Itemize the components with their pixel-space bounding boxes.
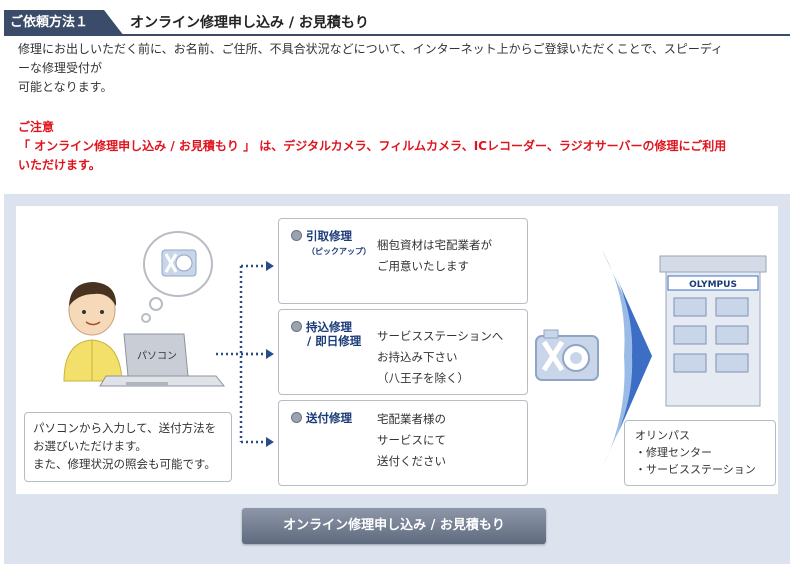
laptop-label: パソコン — [137, 350, 177, 362]
camera-icon — [535, 329, 599, 381]
method-description: 宅配業者様の サービスにて 送付ください — [377, 409, 446, 472]
person-icon — [63, 282, 123, 382]
arrow-heads — [266, 261, 274, 447]
method-title: 持込修理 / 即日修理 — [291, 320, 361, 348]
bullet-icon — [291, 412, 302, 423]
notice-line: 「 オンライン修理申し込み / お見積もり 」 は、デジタルカメラ、フィルムカメ… — [18, 139, 727, 153]
method-carry-in: 持込修理 / 即日修理 サービスステーションへ お持込み下さい （八王子を除く） — [278, 309, 528, 395]
method-subtitle: / 即日修理 — [307, 334, 362, 348]
method-send: 送付修理 宅配業者様の サービスにて 送付ください — [278, 400, 528, 486]
section-title: オンライン修理申し込み / お見積もり — [130, 15, 369, 31]
olympus-line: オリンパス — [635, 429, 690, 442]
method-title-text: 送付修理 — [306, 411, 352, 425]
method-subtitle: （ピックアップ） — [307, 247, 371, 256]
method-line: サービスにて — [377, 433, 446, 447]
olympus-line: ・サービスステーション — [635, 463, 756, 476]
method-line: お持込み下さい — [377, 350, 458, 364]
diagram-panel: パソコン OLYMPUS パソコンから入力して、送付方法を お選びいただけます。… — [4, 194, 790, 564]
method-line: 梱包資材は宅配業者が — [377, 238, 492, 252]
section-header: ご依頼方法１ オンライン修理申し込み / お見積もり — [4, 10, 790, 36]
building-sign: OLYMPUS — [689, 280, 737, 290]
method-description: 梱包資材は宅配業者が ご用意いたします — [377, 235, 492, 277]
method-line: 宅配業者様の — [377, 412, 446, 426]
method-title-text: 持込修理 — [306, 320, 352, 334]
notice-heading: ご注意 — [18, 120, 55, 134]
diagram-canvas: パソコン OLYMPUS パソコンから入力して、送付方法を お選びいただけます。… — [16, 206, 778, 494]
online-repair-button[interactable]: オンライン修理申し込み / お見積もり — [242, 508, 546, 544]
method-line: サービスステーションへ — [377, 329, 504, 343]
pc-caption-line: パソコンから入力して、送付方法を — [33, 421, 217, 435]
method-title-text: 引取修理 — [306, 229, 352, 243]
method-title: 引取修理 （ピックアップ） — [291, 229, 371, 259]
olympus-line: ・修理センター — [635, 446, 712, 459]
method-line: 送付ください — [377, 454, 446, 468]
intro-line: ーな修理受付が — [18, 61, 103, 75]
pc-caption-box: パソコンから入力して、送付方法を お選びいただけます。 また、修理状況の照会も可… — [24, 412, 232, 482]
bullet-icon — [291, 230, 302, 241]
notice-line: いただけます。 — [18, 158, 101, 172]
intro-text: 修理にお出しいただく前に、お名前、ご住所、不具合状況などについて、インターネット… — [18, 40, 788, 97]
method-line: ご用意いたします — [377, 259, 469, 273]
pc-caption-line: お選びいただけます。 — [33, 439, 147, 453]
intro-line: 可能となります。 — [18, 80, 113, 94]
olympus-info-box: オリンパス ・修理センター ・サービスステーション — [624, 420, 776, 486]
step-label: ご依頼方法１ — [4, 10, 124, 36]
pc-caption-line: また、修理状況の照会も可能です。 — [33, 457, 216, 471]
notice: ご注意 「 オンライン修理申し込み / お見積もり 」 は、デジタルカメラ、フィ… — [18, 118, 788, 175]
method-pickup: 引取修理 （ピックアップ） 梱包資材は宅配業者が ご用意いたします — [278, 218, 528, 304]
bullet-icon — [291, 321, 302, 332]
thought-bubble-icon — [141, 231, 213, 323]
method-line: （八王子を除く） — [377, 371, 469, 385]
method-description: サービスステーションへ お持込み下さい （八王子を除く） — [377, 326, 503, 389]
method-title: 送付修理 — [291, 411, 352, 425]
intro-line: 修理にお出しいただく前に、お名前、ご住所、不具合状況などについて、インターネット… — [18, 42, 724, 56]
